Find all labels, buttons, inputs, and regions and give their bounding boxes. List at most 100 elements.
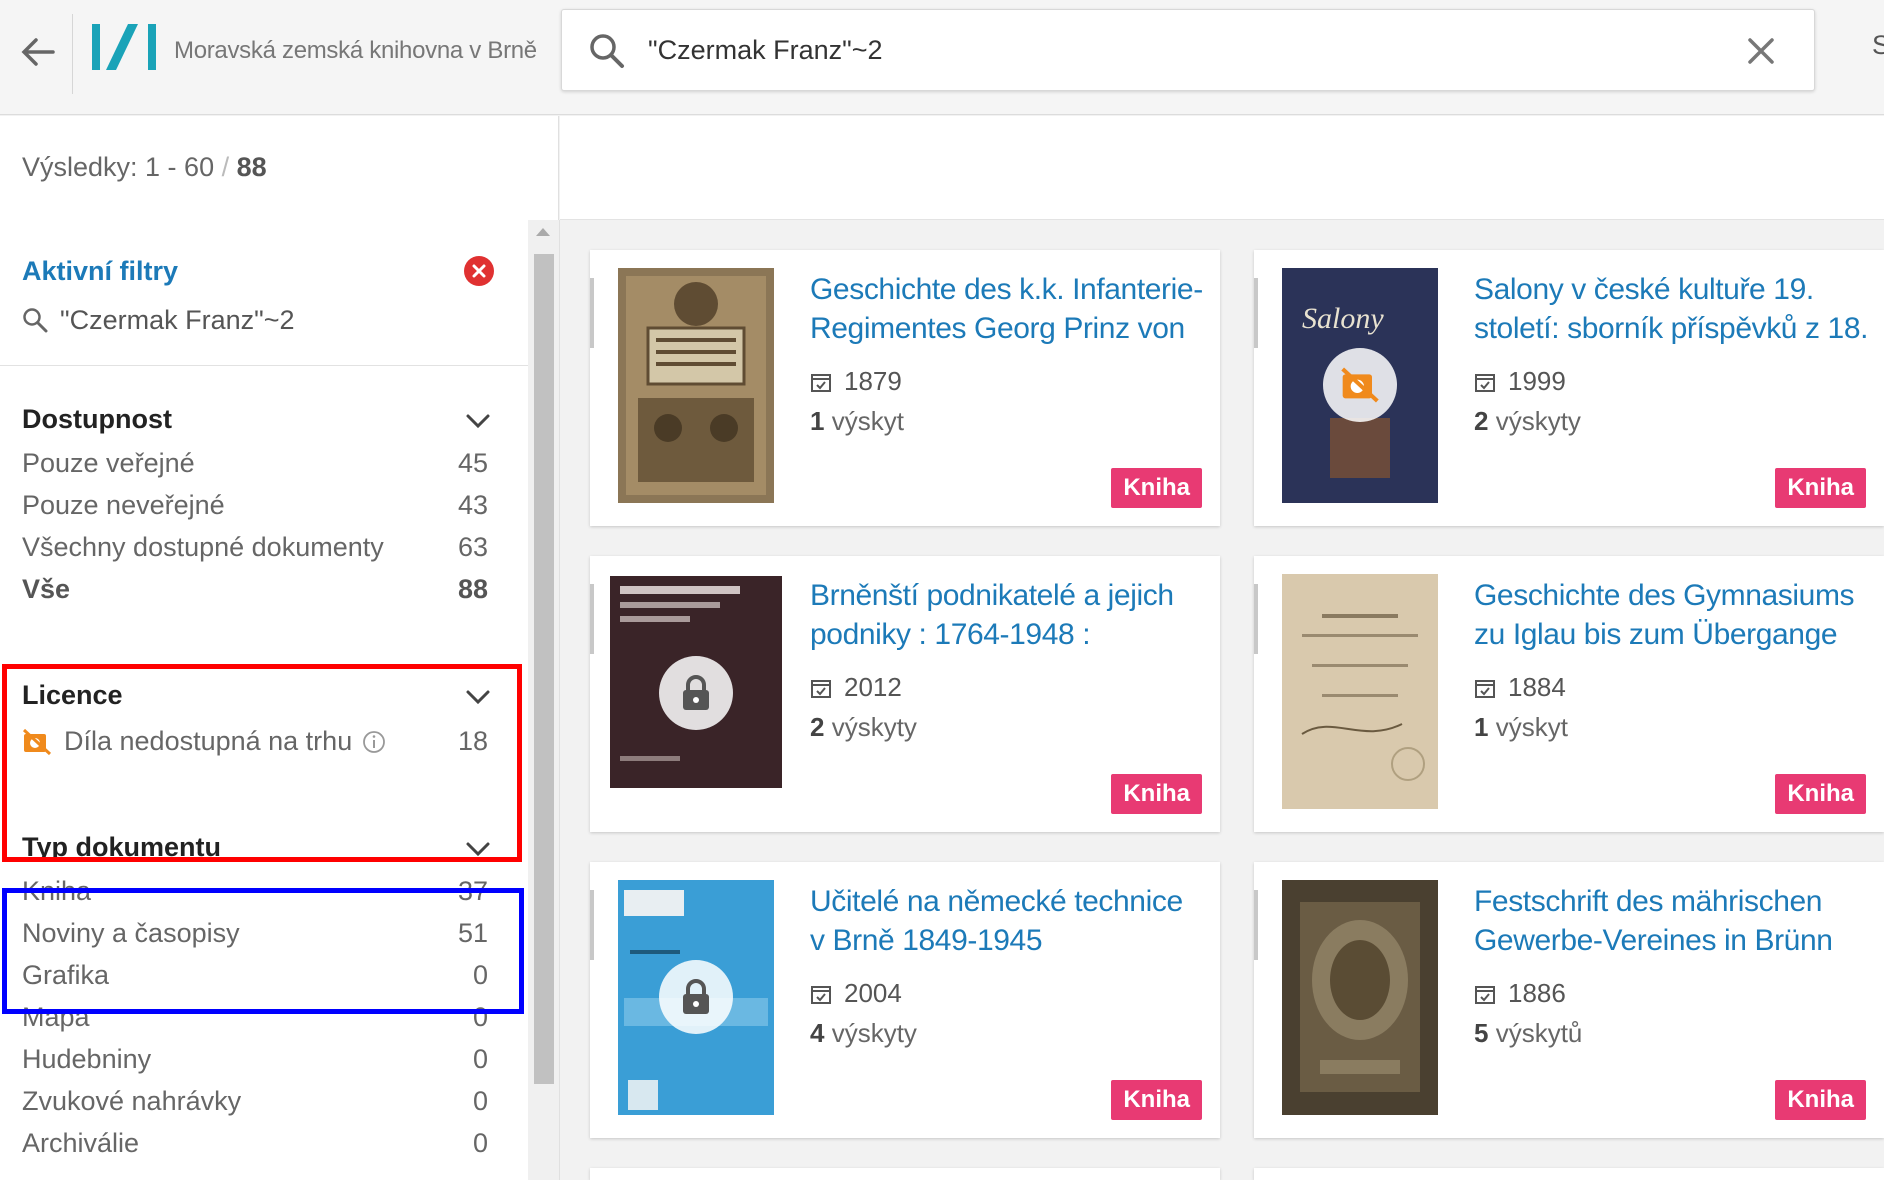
book-cover — [610, 576, 782, 788]
clear-filters-button[interactable] — [464, 256, 494, 286]
card-hits-word: výskyty — [831, 712, 917, 742]
card-hits-word: výskyty — [1495, 406, 1581, 436]
active-filter-query[interactable]: "Czermak Franz"~2 — [22, 300, 294, 340]
results-range: Výsledky: 1 - 60 — [22, 152, 215, 182]
scroll-up-arrow-icon[interactable] — [536, 228, 550, 236]
kramerius-logo[interactable] — [90, 22, 160, 72]
card-marker — [590, 278, 594, 348]
chevron-down-icon[interactable] — [464, 838, 492, 860]
card-title[interactable]: Salony v české kultuře 19. století: sbor… — [1474, 270, 1869, 352]
facet-item-count: 88 — [457, 574, 488, 604]
facet-item-label: Pouze veřejné — [22, 448, 195, 478]
results-count: Výsledky: 1 - 60 / 88 — [22, 152, 267, 183]
book-cover-image — [618, 268, 774, 503]
doc-type-badge: Kniha — [1111, 774, 1202, 814]
facet-item-pouze-neverejne[interactable]: Pouze neveřejné 43 — [0, 486, 528, 528]
facet-item-archivalie[interactable]: Archiválie 0 — [0, 1124, 528, 1166]
info-icon[interactable] — [362, 730, 386, 754]
card-hits-word: výskytů — [1495, 1018, 1583, 1048]
card-title[interactable]: Geschichte des Gymnasiums zu Iglau bis z… — [1474, 576, 1869, 658]
facet-item-label: Archiválie — [22, 1128, 140, 1158]
facet-licence: Licence Díla nedostupná na trhu 18 — [0, 680, 528, 790]
facet-item-count: 37 — [457, 876, 488, 906]
lock-overlay — [659, 960, 733, 1034]
card-hits: 5 výskytů — [1474, 1018, 1582, 1049]
doc-type-badge: Kniha — [1775, 1080, 1866, 1120]
card-hits-word: výskyty — [831, 1018, 917, 1048]
card-marker — [1254, 890, 1258, 960]
facet-item-label: Noviny a časopisy — [22, 918, 240, 948]
scrollbar-thumb[interactable] — [534, 254, 554, 1084]
book-cover-image — [1282, 880, 1438, 1115]
back-button[interactable] — [16, 30, 60, 74]
result-card[interactable]: Geschichte des k.k. Infanterie-Regimente… — [590, 250, 1220, 526]
result-card-partial[interactable] — [1254, 1168, 1884, 1180]
results-slash: / — [214, 152, 237, 182]
sidebar-scrollbar[interactable] — [528, 220, 560, 1180]
active-filters: Aktivní filtry "Czermak Franz"~2 — [0, 220, 528, 366]
facet-item-vse[interactable]: Vše 88 — [0, 570, 528, 612]
card-year: 1879 — [810, 366, 902, 397]
card-title[interactable]: Učitelé na německé technice v Brně 1849-… — [810, 882, 1205, 964]
facet-typ-dokumentu: Typ dokumentu Kniha 37 Noviny a časopisy 5… — [0, 832, 528, 1180]
result-card-partial[interactable] — [590, 1168, 1220, 1180]
facet-title: Licence — [22, 680, 123, 710]
card-year-value: 1886 — [1508, 978, 1566, 1008]
card-year: 1884 — [1474, 672, 1566, 703]
facet-item-label: Grafika — [22, 960, 110, 990]
lock-overlay — [659, 656, 733, 730]
facet-item-count: 51 — [457, 918, 488, 948]
facet-item-label: Vše — [22, 574, 71, 604]
card-title[interactable]: Festschrift des mährischen Gewerbe-Verei… — [1474, 882, 1869, 964]
svg-text:Salony: Salony — [1302, 302, 1384, 335]
book-cover — [1282, 574, 1438, 809]
facet-item-count: 45 — [457, 448, 488, 478]
result-card[interactable]: Salony Salony v české kultuře 19. stolet… — [1254, 250, 1884, 526]
calendar-icon — [811, 985, 831, 1004]
card-title[interactable]: Brněnští podnikatelé a jejich podniky : … — [810, 576, 1205, 658]
facet-item-vsechny-dostupne[interactable]: Všechny dostupné dokumenty 63 — [0, 528, 528, 570]
facet-item-grafika[interactable]: Grafika 0 — [0, 956, 528, 998]
chevron-down-icon[interactable] — [464, 410, 492, 432]
result-card[interactable]: Geschichte des Gymnasiums zu Iglau bis z… — [1254, 556, 1884, 832]
card-hits-count: 4 — [810, 1018, 825, 1048]
card-year-value: 1999 — [1508, 366, 1566, 396]
facet-item-noviny[interactable]: Noviny a časopisy 51 — [0, 914, 528, 956]
facet-dostupnost: Dostupnost Pouze veřejné 45 Pouze neveřej… — [0, 404, 528, 654]
facet-title: Dostupnost — [22, 404, 172, 434]
card-hits: 2 výskyty — [810, 712, 917, 743]
facet-item-count: 18 — [457, 726, 488, 756]
card-marker — [590, 890, 594, 960]
search-input[interactable] — [648, 28, 1698, 72]
facet-item-dila-nedostupna[interactable]: Díla nedostupná na trhu 18 — [0, 722, 528, 764]
card-hits-count: 1 — [810, 406, 825, 436]
result-card[interactable]: Učitelé na německé technice v Brně 1849-… — [590, 862, 1220, 1138]
facet-item-pouze-verejne[interactable]: Pouze veřejné 45 — [0, 444, 528, 486]
result-card[interactable]: Festschrift des mährischen Gewerbe-Verei… — [1254, 862, 1884, 1138]
calendar-icon — [1475, 679, 1495, 698]
card-year-value: 1884 — [1508, 672, 1566, 702]
calendar-icon — [1475, 373, 1495, 392]
facet-item-count: 0 — [472, 960, 488, 990]
active-filter-label: "Czermak Franz"~2 — [60, 304, 295, 335]
book-cover — [618, 880, 774, 1115]
facet-item-kniha[interactable]: Kniha 37 — [0, 872, 528, 914]
library-name[interactable]: Moravská zemská knihovna v Brně — [174, 37, 537, 65]
card-hits-word: výskyt — [831, 406, 904, 436]
facet-item-mapa[interactable]: Mapa 0 — [0, 998, 528, 1040]
card-title[interactable]: Geschichte des k.k. Infanterie-Regimente… — [810, 270, 1205, 352]
facet-item-hudebniny[interactable]: Hudebniny 0 — [0, 1040, 528, 1082]
app-header: Moravská zemská knihovna v Brně S — [0, 0, 1884, 115]
out-of-market-icon — [1341, 367, 1379, 403]
chevron-down-icon[interactable] — [464, 686, 492, 708]
calendar-icon — [1475, 985, 1495, 1004]
facet-item-zvukove[interactable]: Zvukové nahrávky 0 — [0, 1082, 528, 1124]
search-icon[interactable] — [588, 32, 626, 70]
search-icon — [23, 308, 48, 333]
result-card[interactable]: Brněnští podnikatelé a jejich podniky : … — [590, 556, 1220, 832]
facet-item-count: 0 — [472, 1002, 488, 1032]
clear-search-icon[interactable] — [1742, 32, 1780, 70]
card-hits: 2 výskyty — [1474, 406, 1581, 437]
close-icon — [472, 264, 486, 278]
arrow-left-icon — [21, 38, 55, 66]
